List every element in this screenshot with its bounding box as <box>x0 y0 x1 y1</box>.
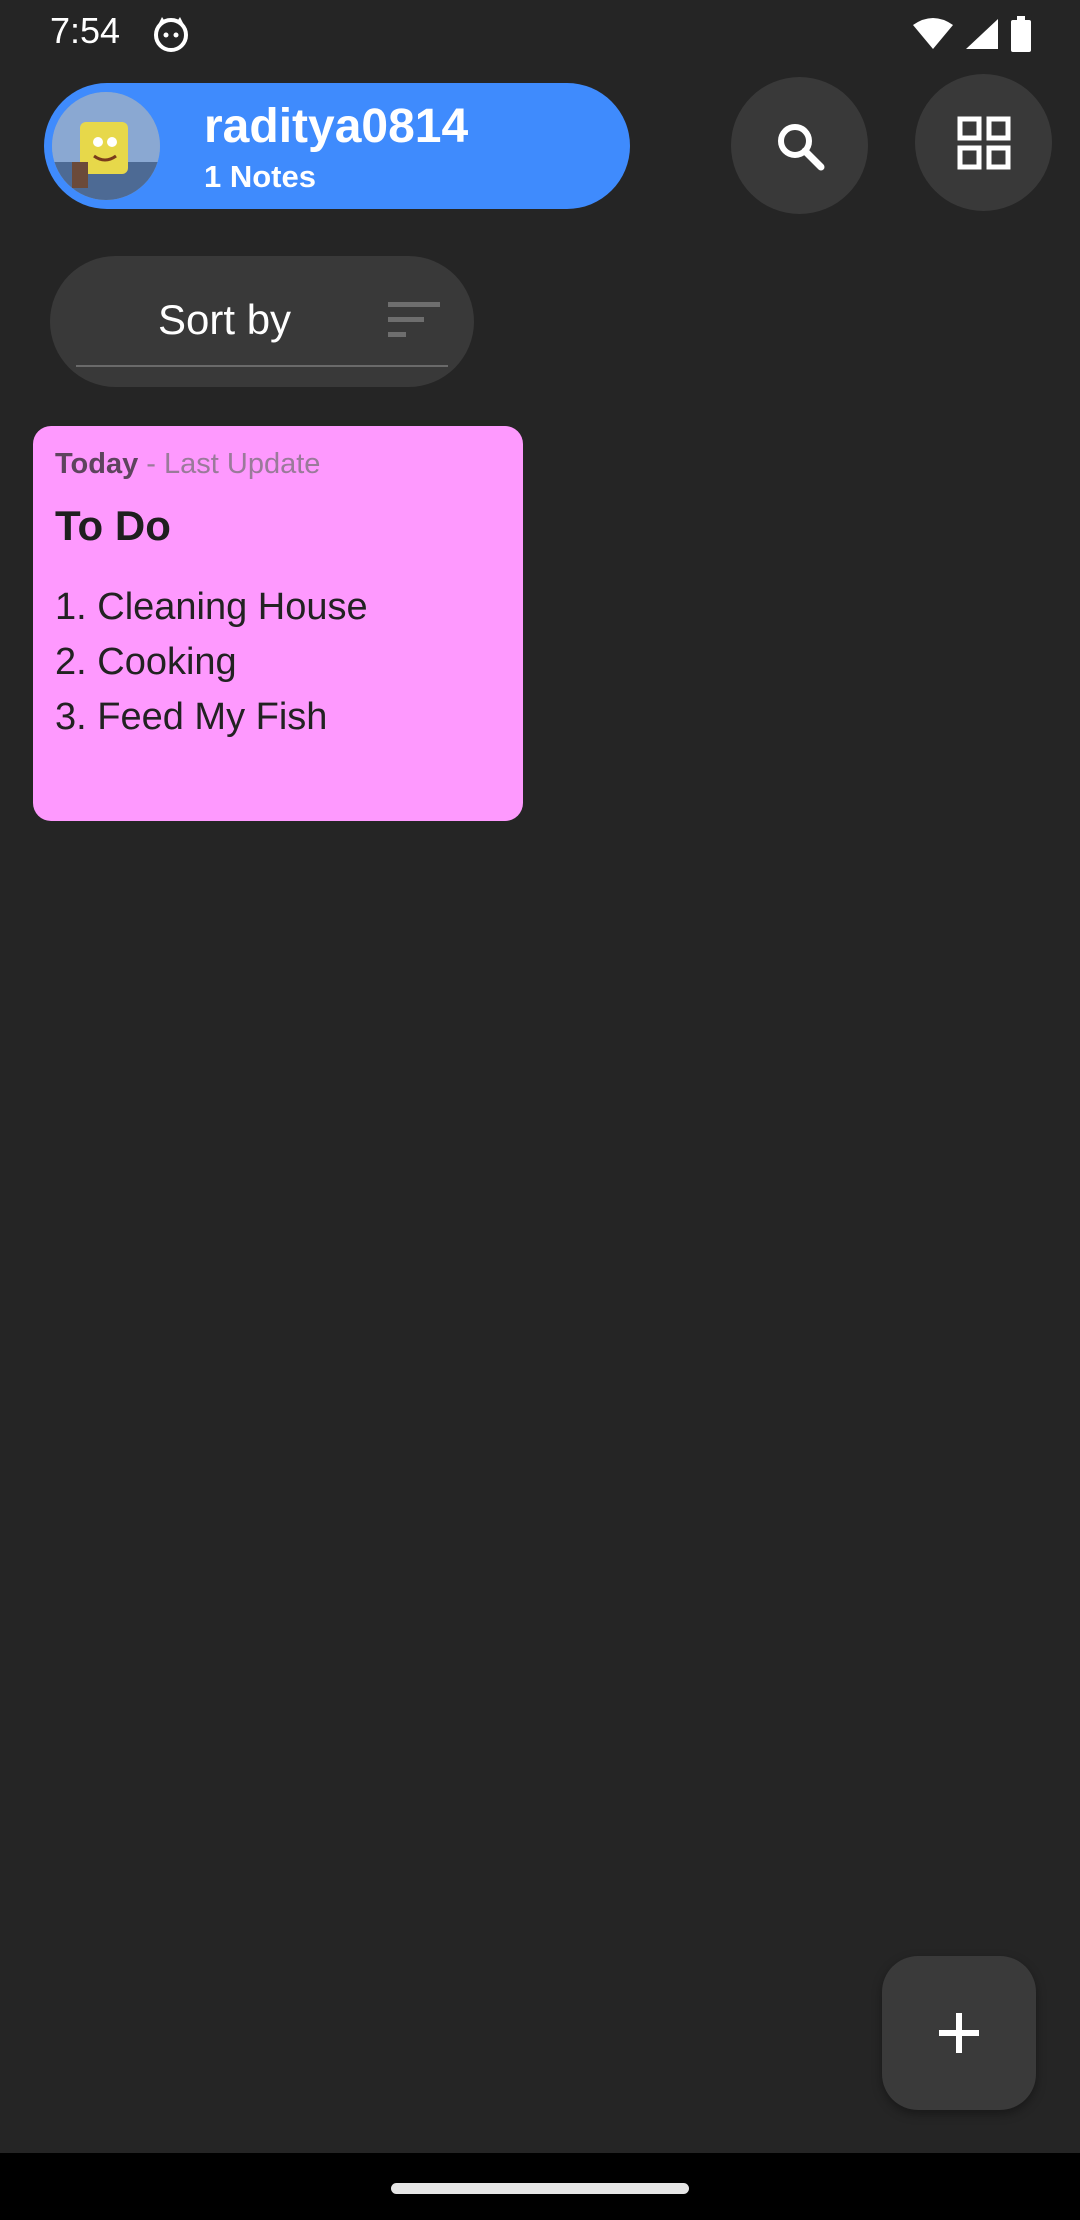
sort-by-dropdown[interactable]: Sort by <box>50 256 474 387</box>
add-icon <box>939 2013 979 2053</box>
note-line: 1. Cleaning House <box>55 586 368 628</box>
sort-label: Sort by <box>158 296 292 343</box>
search-icon <box>777 123 824 170</box>
layout-toggle-button[interactable] <box>915 74 1052 211</box>
note-meta: Today - Last Update <box>55 448 320 481</box>
avatar[interactable] <box>52 92 160 200</box>
search-button[interactable] <box>731 77 868 214</box>
wifi-icon <box>913 18 953 49</box>
note-update-label: - Last Update <box>138 448 321 480</box>
sort-underline <box>76 365 448 367</box>
sort-icon <box>388 302 440 337</box>
battery-icon <box>1011 16 1031 52</box>
avatar-image <box>52 92 160 200</box>
status-time: 7:54 <box>50 10 121 51</box>
notes-count: 1 Notes <box>204 159 316 194</box>
note-title: To Do <box>55 502 171 549</box>
profile-header[interactable]: raditya0814 1 Notes <box>44 83 630 209</box>
note-date: Today <box>55 448 139 480</box>
profile-username: raditya0814 <box>204 100 469 153</box>
add-note-button[interactable] <box>882 1956 1036 2110</box>
note-body: 1. Cleaning House 2. Cooking 3. Feed My … <box>55 580 368 745</box>
note-card[interactable]: Today - Last Update To Do 1. Cleaning Ho… <box>33 426 523 821</box>
cell-signal-icon <box>966 19 998 49</box>
cat-icon <box>154 17 188 52</box>
status-bar: 7:54 <box>0 0 1080 66</box>
grid-view-icon <box>957 116 1010 169</box>
navigation-bar <box>0 2153 1080 2220</box>
home-gesture-handle[interactable] <box>391 2183 689 2194</box>
note-line: 3. Feed My Fish <box>55 696 328 738</box>
note-line: 2. Cooking <box>55 641 237 683</box>
